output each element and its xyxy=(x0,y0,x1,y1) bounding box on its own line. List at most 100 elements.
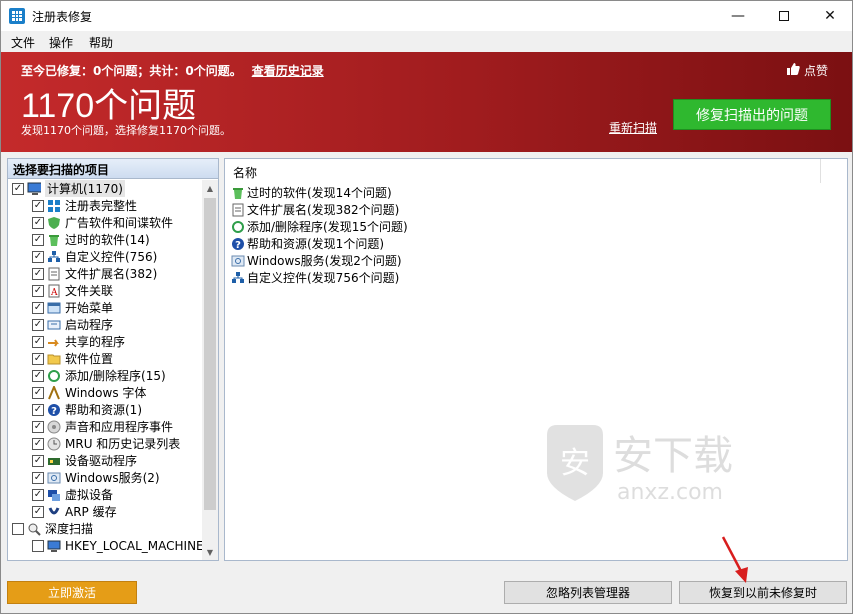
tree-item-checkbox[interactable]: ✓ xyxy=(32,267,44,280)
maximize-button[interactable] xyxy=(761,1,807,31)
trash-icon xyxy=(231,186,245,200)
issue-subtext: 发现1170个问题，选择修复1170个问题。 xyxy=(21,124,231,137)
tree-item-checkbox[interactable] xyxy=(12,522,24,535)
scan-items-tree: ✓ 计算机(1170) ✓ 注册表完整性 ✓ 广告软件和间谍软件 ✓ 过时的软件(14) ✓ 自定… xyxy=(8,180,202,560)
tree-item[interactable]: ✓ 文件扩展名(382) xyxy=(32,265,157,282)
result-row-label: Windows服务(发现2个问题) xyxy=(247,254,402,268)
scan-items-header: 选择要扫描的项目 xyxy=(8,159,218,179)
tree-item-checkbox[interactable]: ✓ xyxy=(32,284,44,297)
result-row-label: 自定义控件(发现756个问题) xyxy=(247,271,400,285)
result-row[interactable]: 自定义控件(发现756个问题) xyxy=(231,269,399,286)
svg-text:?: ? xyxy=(51,406,57,417)
watermark-en: anxz.com xyxy=(617,480,723,505)
tree-item-checkbox[interactable]: ✓ xyxy=(32,233,44,246)
issue-count: 1170个问题 xyxy=(21,87,197,125)
tree-item-checkbox[interactable]: ✓ xyxy=(32,352,44,365)
tree-item-label: 帮助和资源(1) xyxy=(65,403,142,417)
tree-item[interactable]: ✓ 共享的程序 xyxy=(32,333,125,350)
driver-icon xyxy=(47,454,61,468)
rescan-link[interactable]: 重新扫描 xyxy=(609,119,657,136)
tree-item[interactable]: HKEY_LOCAL_MACHINE xyxy=(32,537,202,554)
tree-scrollbar[interactable]: ▲ ▼ xyxy=(202,180,218,560)
tree-item-checkbox[interactable]: ✓ xyxy=(32,488,44,501)
tree-item-checkbox[interactable]: ✓ xyxy=(32,403,44,416)
scroll-thumb[interactable] xyxy=(204,198,216,510)
fix-issues-button[interactable]: 修复扫描出的问题 xyxy=(673,99,831,130)
tree-item[interactable]: ✓ A 文件关联 xyxy=(32,282,113,299)
result-row-label: 过时的软件(发现14个问题) xyxy=(247,186,392,200)
tree-item-checkbox[interactable]: ✓ xyxy=(32,369,44,382)
minimize-button[interactable]: — xyxy=(715,1,761,31)
tree-item-checkbox[interactable]: ✓ xyxy=(32,505,44,518)
tree-item[interactable]: ✓ 虚拟设备 xyxy=(32,486,113,503)
title-bar: 注册表修复 — ✕ xyxy=(1,1,852,31)
scroll-down-icon[interactable]: ▼ xyxy=(202,544,218,560)
result-row[interactable]: 文件扩展名(发现382个问题) xyxy=(231,201,399,218)
tree-item-checkbox[interactable]: ✓ xyxy=(32,301,44,314)
view-history-link[interactable]: 查看历史记录 xyxy=(252,64,324,78)
tree-item[interactable]: ✓ 软件位置 xyxy=(32,350,113,367)
restore-button[interactable]: 恢复到以前未修复时 xyxy=(679,581,847,604)
tree-item-label: 文件扩展名(382) xyxy=(65,267,158,281)
ignore-list-manager-button[interactable]: 忽略列表管理器 xyxy=(504,581,672,604)
tree-item-label: MRU 和历史记录列表 xyxy=(65,437,181,451)
tree-item-checkbox[interactable]: ✓ xyxy=(32,471,44,484)
tree-item[interactable]: ✓? 帮助和资源(1) xyxy=(32,401,142,418)
tree-item[interactable]: ✓ ARP 缓存 xyxy=(32,503,117,520)
tree-item-label: 添加/删除程序(15) xyxy=(65,369,166,383)
tree-item-checkbox[interactable]: ✓ xyxy=(12,182,24,195)
tree-item-checkbox[interactable]: ✓ xyxy=(32,437,44,450)
like-button[interactable]: 点赞 xyxy=(786,62,828,79)
tree-item[interactable]: ✓ 注册表完整性 xyxy=(32,197,137,214)
result-row[interactable]: Windows服务(发现2个问题) xyxy=(231,252,402,269)
tree-item[interactable]: ✓ 声音和应用程序事件 xyxy=(32,418,173,435)
result-row-label: 文件扩展名(发现382个问题) xyxy=(247,203,400,217)
menu-file[interactable]: 文件 xyxy=(11,34,35,51)
menu-action[interactable]: 操作 xyxy=(49,34,73,51)
folder-icon xyxy=(47,352,61,366)
menu-help[interactable]: 帮助 xyxy=(89,34,113,51)
tree-item[interactable]: ✓ 过时的软件(14) xyxy=(32,231,150,248)
tree-item-checkbox[interactable]: ✓ xyxy=(32,318,44,331)
tree-item[interactable]: 深度扫描 xyxy=(12,520,93,537)
tree-item-label: 共享的程序 xyxy=(65,335,126,349)
deep-scan-icon xyxy=(27,522,41,536)
start-menu-icon xyxy=(47,301,61,315)
tree-item[interactable]: ✓ 计算机(1170) xyxy=(12,180,125,197)
tree-item[interactable]: ✓ 设备驱动程序 xyxy=(32,452,137,469)
tree-item[interactable]: ✓ 启动程序 xyxy=(32,316,113,333)
registry-icon xyxy=(47,199,61,213)
tree-item-checkbox[interactable]: ✓ xyxy=(32,420,44,433)
recycle-icon xyxy=(47,369,61,383)
tree-item[interactable]: ✓ Windows 字体 xyxy=(32,384,146,401)
tree-item-checkbox[interactable]: ✓ xyxy=(32,199,44,212)
result-row[interactable]: 过时的软件(发现14个问题) xyxy=(231,184,392,201)
result-row[interactable]: 添加/删除程序(发现15个问题) xyxy=(231,218,408,235)
tree-item-label: 广告软件和间谍软件 xyxy=(65,216,174,230)
tree-item-label: Windows服务(2) xyxy=(65,471,160,485)
tree-item-checkbox[interactable]: ✓ xyxy=(32,386,44,399)
window-title: 注册表修复 xyxy=(32,10,93,24)
tree-item-checkbox[interactable]: ✓ xyxy=(32,454,44,467)
tree-item-checkbox[interactable]: ✓ xyxy=(32,216,44,229)
watermark: 安 安下载 anxz.com xyxy=(541,421,761,507)
tree-item[interactable]: ✓ 自定义控件(756) xyxy=(32,248,157,265)
result-row[interactable]: ? 帮助和资源(发现1个问题) xyxy=(231,235,384,252)
tree-item-checkbox[interactable] xyxy=(32,539,44,552)
tree-item-checkbox[interactable]: ✓ xyxy=(32,250,44,263)
tree-item[interactable]: ✓ 广告软件和间谍软件 xyxy=(32,214,173,231)
tree-item[interactable]: ✓ MRU 和历史记录列表 xyxy=(32,435,180,452)
tree-item-label: 自定义控件(756) xyxy=(65,250,158,264)
close-button[interactable]: ✕ xyxy=(807,1,853,31)
hklm-icon xyxy=(47,539,61,553)
name-column-header[interactable]: 名称 xyxy=(225,159,821,183)
tree-item-checkbox[interactable]: ✓ xyxy=(32,335,44,348)
tree-item[interactable]: ✓ 开始菜单 xyxy=(32,299,113,316)
scan-summary-banner: 至今已修复：0个问题；共计：0个问题。 查看历史记录 点赞 1170个问题 发现1… xyxy=(1,52,852,152)
scroll-up-icon[interactable]: ▲ xyxy=(202,180,218,196)
watermark-cn: 安下载 xyxy=(613,433,733,479)
activate-button[interactable]: 立即激活 xyxy=(7,581,137,604)
history-icon xyxy=(47,437,61,451)
tree-item[interactable]: ✓ Windows服务(2) xyxy=(32,469,160,486)
tree-item[interactable]: ✓ 添加/删除程序(15) xyxy=(32,367,166,384)
